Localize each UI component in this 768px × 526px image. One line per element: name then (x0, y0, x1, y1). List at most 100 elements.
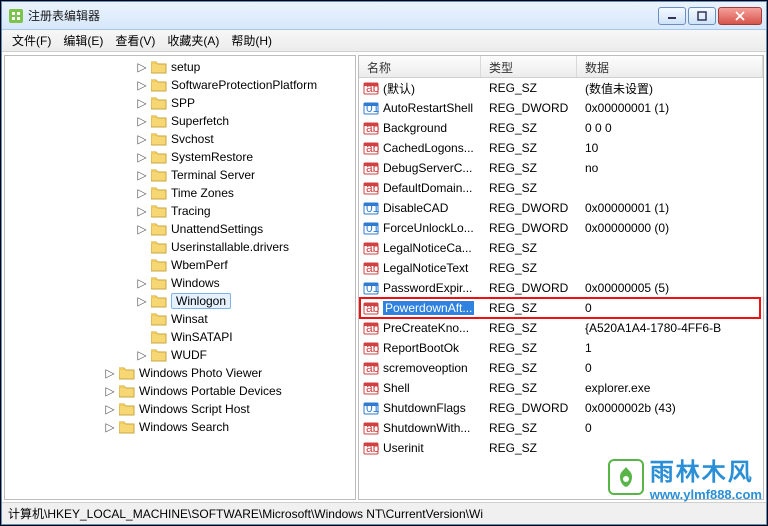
app-icon (8, 8, 24, 24)
expander-icon[interactable]: ▷ (103, 366, 117, 380)
tree-item[interactable]: ▷Winlogon (5, 292, 355, 310)
list-header: 名称 类型 数据 (359, 56, 763, 78)
expander-icon[interactable]: ▷ (135, 96, 149, 110)
expander-icon[interactable]: ▷ (135, 78, 149, 92)
close-button[interactable] (718, 7, 762, 25)
expander-icon[interactable]: ▷ (135, 186, 149, 200)
list-row[interactable]: abLegalNoticeCa...REG_SZ (359, 238, 763, 258)
list-row[interactable]: 011PasswordExpir...REG_DWORD0x00000005 (… (359, 278, 763, 298)
list-row[interactable]: abDefaultDomain...REG_SZ (359, 178, 763, 198)
folder-icon (151, 132, 167, 146)
list-row[interactable]: abBackgroundREG_SZ0 0 0 (359, 118, 763, 138)
tree-item[interactable]: ▷SoftwareProtectionPlatform (5, 76, 355, 94)
tree-item[interactable]: ▷ setup (5, 58, 355, 76)
list-row[interactable]: abShutdownWith...REG_SZ0 (359, 418, 763, 438)
column-data[interactable]: 数据 (577, 56, 763, 77)
tree-item[interactable]: ▷Tracing (5, 202, 355, 220)
cell-name: 011DisableCAD (359, 200, 481, 216)
list-row[interactable]: abLegalNoticeTextREG_SZ (359, 258, 763, 278)
tree-item[interactable]: ▷Terminal Server (5, 166, 355, 184)
cell-type: REG_DWORD (481, 401, 577, 415)
menu-edit[interactable]: 编辑(E) (57, 30, 109, 51)
list-row[interactable]: 011ShutdownFlagsREG_DWORD0x0000002b (43) (359, 398, 763, 418)
list-body[interactable]: ab(默认)REG_SZ(数值未设置)011AutoRestartShellRE… (359, 78, 763, 499)
expander-icon[interactable]: ▷ (135, 132, 149, 146)
tree-item[interactable]: ▷Windows Portable Devices (5, 382, 355, 400)
tree-item[interactable]: ▷Windows Photo Viewer (5, 364, 355, 382)
tree-item[interactable]: Winsat (5, 310, 355, 328)
tree-item[interactable]: ▷Superfetch (5, 112, 355, 130)
expander-icon[interactable]: ▷ (135, 294, 149, 308)
menu-favorites[interactable]: 收藏夹(A) (161, 30, 225, 51)
cell-data: 0x00000000 (0) (577, 221, 763, 235)
watermark-url: www.ylmf888.com (650, 487, 762, 502)
tree-item[interactable]: ▷ Svchost (5, 130, 355, 148)
tree-item-label: WinSATAPI (171, 330, 233, 344)
list-row[interactable]: 011DisableCADREG_DWORD0x00000001 (1) (359, 198, 763, 218)
tree-item[interactable]: ▷Windows Script Host (5, 400, 355, 418)
cell-type: REG_SZ (481, 141, 577, 155)
binary-value-icon: 011 (363, 400, 379, 416)
cell-type: REG_SZ (481, 381, 577, 395)
expander-icon[interactable]: ▷ (135, 276, 149, 290)
list-row[interactable]: 011AutoRestartShellREG_DWORD0x00000001 (… (359, 98, 763, 118)
menu-file[interactable]: 文件(F) (6, 30, 57, 51)
cell-type: REG_SZ (481, 341, 577, 355)
tree-item[interactable]: ▷ SPP (5, 94, 355, 112)
list-row[interactable]: 011ForceUnlockLo...REG_DWORD0x00000000 (… (359, 218, 763, 238)
tree-item[interactable]: ▷Windows Search (5, 418, 355, 436)
menu-view[interactable]: 查看(V) (109, 30, 161, 51)
expander-icon[interactable] (135, 312, 149, 326)
string-value-icon: ab (363, 340, 379, 356)
cell-type: REG_SZ (481, 181, 577, 195)
expander-icon[interactable]: ▷ (135, 204, 149, 218)
expander-icon[interactable]: ▷ (135, 150, 149, 164)
titlebar[interactable]: 注册表编辑器 (2, 2, 766, 30)
expander-icon[interactable]: ▷ (135, 222, 149, 236)
minimize-button[interactable] (658, 7, 686, 25)
folder-icon (151, 60, 167, 74)
cell-type: REG_SZ (481, 261, 577, 275)
list-row[interactable]: abCachedLogons...REG_SZ10 (359, 138, 763, 158)
cell-name: 011PasswordExpir... (359, 280, 481, 296)
tree-item-label: Userinstallable.drivers (171, 240, 289, 254)
list-row[interactable]: abPreCreateKno...REG_SZ{A520A1A4-1780-4F… (359, 318, 763, 338)
column-name[interactable]: 名称 (359, 56, 481, 77)
tree-item[interactable]: WinSATAPI (5, 328, 355, 346)
expander-icon[interactable]: ▷ (135, 114, 149, 128)
list-row[interactable]: abscremoveoptionREG_SZ0 (359, 358, 763, 378)
tree-item[interactable]: ▷WUDF (5, 346, 355, 364)
cell-type: REG_DWORD (481, 101, 577, 115)
tree-item-label: SPP (171, 96, 195, 110)
tree-item[interactable]: ▷Windows (5, 274, 355, 292)
list-row[interactable]: abDebugServerC...REG_SZno (359, 158, 763, 178)
expander-icon[interactable] (135, 330, 149, 344)
tree-item-label: Svchost (171, 132, 214, 146)
column-type[interactable]: 类型 (481, 56, 577, 77)
expander-icon[interactable] (135, 258, 149, 272)
maximize-button[interactable] (688, 7, 716, 25)
tree-item[interactable]: ▷Time Zones (5, 184, 355, 202)
cell-name: abBackground (359, 120, 481, 136)
tree-item[interactable]: Userinstallable.drivers (5, 238, 355, 256)
cell-type: REG_SZ (481, 421, 577, 435)
tree-item[interactable]: ▷SystemRestore (5, 148, 355, 166)
expander-icon[interactable]: ▷ (135, 60, 149, 74)
menu-help[interactable]: 帮助(H) (225, 30, 278, 51)
list-row[interactable]: abPowerdownAft...REG_SZ0 (359, 298, 763, 318)
list-row[interactable]: abReportBootOkREG_SZ1 (359, 338, 763, 358)
tree-item-label: setup (171, 60, 200, 74)
expander-icon[interactable]: ▷ (103, 384, 117, 398)
expander-icon[interactable] (135, 240, 149, 254)
tree-item[interactable]: ▷UnattendSettings (5, 220, 355, 238)
list-row[interactable]: abShellREG_SZexplorer.exe (359, 378, 763, 398)
cell-data: 1 (577, 341, 763, 355)
tree-item[interactable]: WbemPerf (5, 256, 355, 274)
expander-icon[interactable]: ▷ (103, 420, 117, 434)
list-row[interactable]: ab(默认)REG_SZ(数值未设置) (359, 78, 763, 98)
expander-icon[interactable]: ▷ (135, 348, 149, 362)
expander-icon[interactable]: ▷ (135, 168, 149, 182)
expander-icon[interactable]: ▷ (103, 402, 117, 416)
tree-pane[interactable]: ▷setup▷SoftwareProtectionPlatform▷SPP▷Su… (4, 55, 356, 500)
window-title: 注册表编辑器 (8, 7, 658, 24)
